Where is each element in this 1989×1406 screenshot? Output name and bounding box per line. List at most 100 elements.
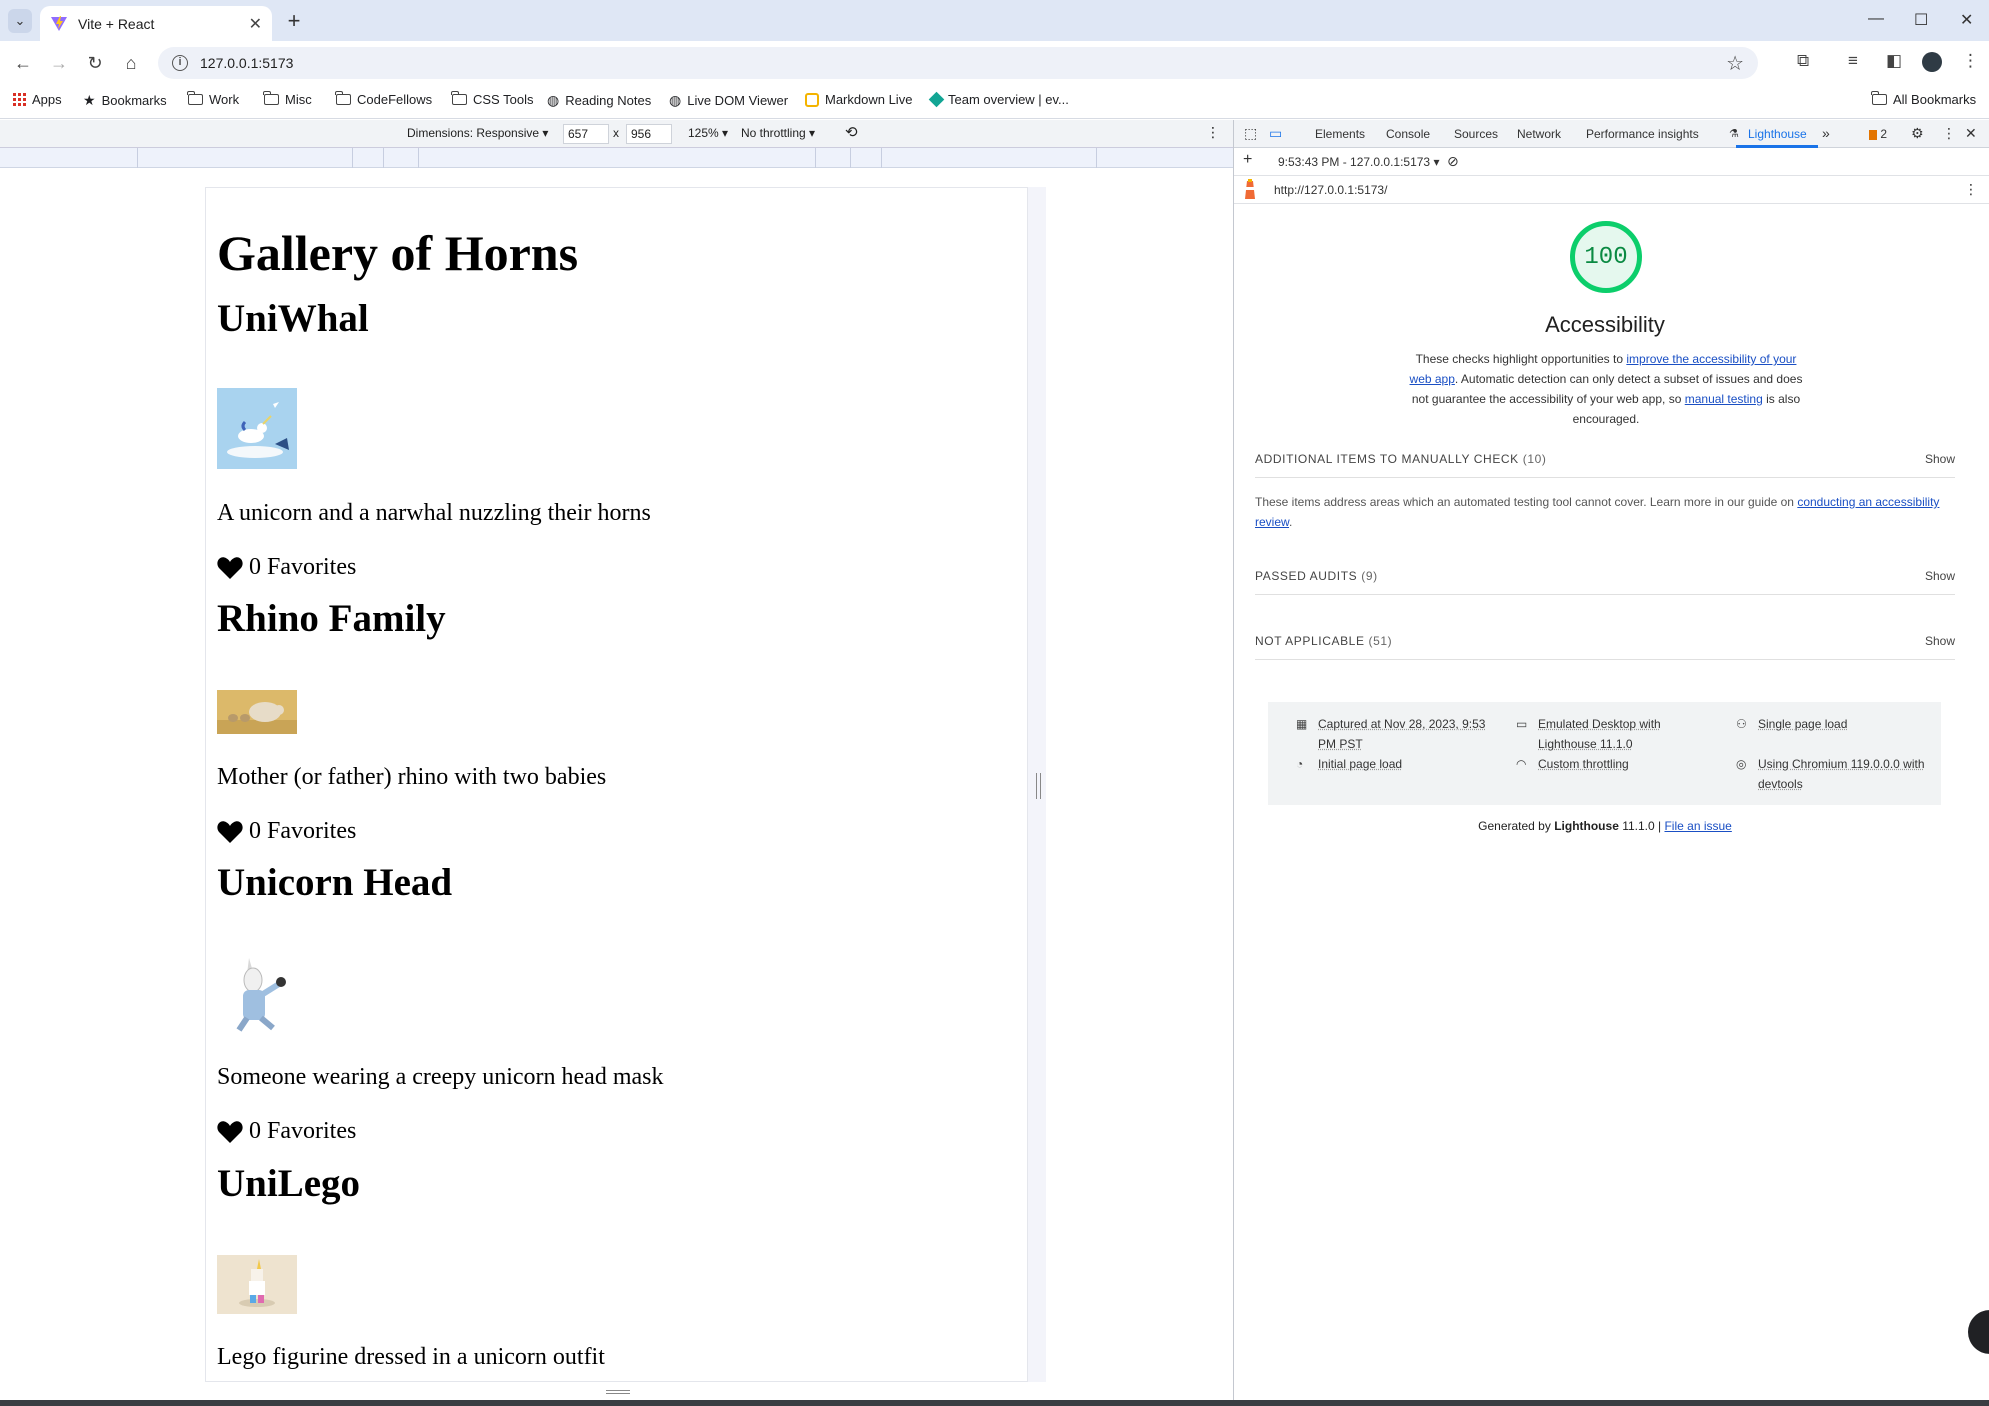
bookmark-label: Misc bbox=[285, 92, 312, 107]
devices-icon: ▭ bbox=[1516, 717, 1528, 731]
more-tabs-icon[interactable]: » bbox=[1822, 125, 1830, 141]
horn-image-uniwhal[interactable] bbox=[217, 388, 297, 469]
resize-handle-bottom[interactable] bbox=[606, 1390, 630, 1394]
issues-badge[interactable]: 2 bbox=[1869, 127, 1887, 141]
media-controls-icon[interactable]: ≡ bbox=[1848, 51, 1858, 71]
home-icon[interactable]: ⌂ bbox=[120, 52, 142, 74]
vite-logo-icon bbox=[51, 15, 67, 31]
throttling-dropdown[interactable]: No throttling ▾ bbox=[741, 126, 815, 140]
tab-network[interactable]: Network bbox=[1517, 127, 1561, 141]
horn-description: Mother (or father) rhino with two babies bbox=[217, 764, 607, 790]
group-title: NOT APPLICABLE (51) bbox=[1255, 634, 1393, 648]
show-toggle[interactable]: Show bbox=[1925, 634, 1955, 648]
emulated-text: Emulated Desktop with Lighthouse 11.1.0 bbox=[1538, 717, 1661, 751]
bookmark-live-dom-viewer[interactable]: ◍ Live DOM Viewer bbox=[669, 92, 788, 109]
lighthouse-toolbar: + 9:53:43 PM - 127.0.0.1:5173 ▾ ⊘ bbox=[1234, 148, 1989, 176]
favorites-counter[interactable]: 0 Favorites bbox=[217, 1118, 356, 1145]
bookmark-bookmarks[interactable]: ★ Bookmarks bbox=[83, 92, 167, 109]
chromium-text: Using Chromium 119.0.0.0 with devtools bbox=[1758, 757, 1925, 791]
tab-lighthouse[interactable]: Lighthouse bbox=[1748, 127, 1807, 141]
bookmark-team-overview[interactable]: Team overview | ev... bbox=[928, 91, 1069, 108]
minimize-icon[interactable]: — bbox=[1868, 10, 1884, 28]
all-bookmarks[interactable]: All Bookmarks bbox=[1871, 91, 1976, 107]
inspect-element-icon[interactable]: ⬚ bbox=[1244, 125, 1257, 142]
width-input[interactable] bbox=[563, 124, 609, 144]
manual-check-description: These items address areas which an autom… bbox=[1255, 492, 1955, 532]
tab-elements[interactable]: Elements bbox=[1315, 127, 1365, 141]
devtools-tabbar: ⬚ ▭ Elements Console Sources Network Per… bbox=[1234, 120, 1989, 148]
close-devtools-icon[interactable]: ✕ bbox=[1965, 125, 1977, 142]
folder-icon bbox=[263, 91, 279, 105]
file-issue-link[interactable]: File an issue bbox=[1664, 819, 1731, 833]
rotate-icon[interactable]: ⟲ bbox=[845, 123, 858, 141]
single-text: Single page load bbox=[1758, 717, 1848, 731]
avatar[interactable] bbox=[1922, 52, 1942, 72]
group-title: ADDITIONAL ITEMS TO MANUALLY CHECK (10) bbox=[1255, 452, 1547, 466]
new-tab-button[interactable]: + bbox=[282, 8, 306, 33]
captured-info: ▦ Captured at Nov 28, 2023, 9:53 PM PST bbox=[1296, 714, 1496, 754]
wifi-icon: ◠ bbox=[1516, 757, 1527, 771]
bookmark-markdown-live[interactable]: Markdown Live bbox=[805, 92, 912, 107]
report-scrollbar[interactable] bbox=[1976, 204, 1989, 834]
close-tab-icon[interactable]: ✕ bbox=[249, 14, 262, 34]
tab-sources[interactable]: Sources bbox=[1454, 127, 1498, 141]
generated-text: Generated by bbox=[1478, 819, 1555, 833]
favorites-counter[interactable]: 0 Favorites bbox=[217, 554, 356, 581]
bookmark-label: Team overview | ev... bbox=[948, 92, 1069, 107]
bookmark-reading-notes[interactable]: ◍ Reading Notes bbox=[547, 92, 651, 109]
more-options-icon[interactable]: ⋮ bbox=[1206, 124, 1220, 141]
close-window-icon[interactable]: ✕ bbox=[1960, 10, 1973, 30]
favorites-counter[interactable]: 0 Favorites bbox=[217, 818, 356, 845]
new-report-icon[interactable]: + bbox=[1243, 151, 1252, 169]
zoom-label: 125% bbox=[688, 126, 719, 140]
horn-image-unilego[interactable] bbox=[217, 1255, 297, 1314]
extensions-icon[interactable]: ⧉ bbox=[1797, 51, 1809, 71]
report-url-bar: http://127.0.0.1:5173/ ⋮ bbox=[1234, 176, 1989, 204]
horn-image-rhino-family[interactable] bbox=[217, 690, 297, 734]
report-menu-icon[interactable]: ⋮ bbox=[1964, 181, 1978, 198]
bookmark-codefellows[interactable]: CodeFellows bbox=[335, 91, 432, 107]
report-selector[interactable]: 9:53:43 PM - 127.0.0.1:5173 ▾ bbox=[1278, 155, 1439, 169]
score-value: 100 bbox=[1584, 243, 1628, 271]
tab-performance-insights[interactable]: Performance insights bbox=[1586, 127, 1699, 141]
horn-image-unicorn-head[interactable] bbox=[217, 954, 297, 1034]
forward-icon[interactable]: → bbox=[48, 52, 70, 74]
device-toggle-icon[interactable]: ▭ bbox=[1269, 125, 1282, 142]
show-toggle[interactable]: Show bbox=[1925, 452, 1955, 466]
group-not-applicable[interactable]: NOT APPLICABLE (51) Show bbox=[1255, 634, 1955, 648]
issues-count: 2 bbox=[1880, 127, 1888, 141]
bookmark-work[interactable]: Work bbox=[187, 91, 239, 107]
horn-title: Rhino Family bbox=[217, 597, 446, 640]
clear-reports-icon[interactable]: ⊘ bbox=[1447, 153, 1459, 170]
address-bar[interactable]: i 127.0.0.1:5173 ☆ bbox=[158, 47, 1758, 79]
bookmark-misc[interactable]: Misc bbox=[263, 91, 312, 107]
heart-icon[interactable] bbox=[217, 1120, 243, 1144]
settings-gear-icon[interactable]: ⚙ bbox=[1911, 125, 1924, 142]
reload-icon[interactable]: ↻ bbox=[84, 52, 106, 74]
menu-icon[interactable]: ⋮ bbox=[1962, 51, 1979, 71]
height-input[interactable] bbox=[626, 124, 672, 144]
manual-testing-link[interactable]: manual testing bbox=[1685, 392, 1763, 406]
bookmark-css-tools[interactable]: CSS Tools bbox=[451, 91, 533, 107]
diamond-icon bbox=[928, 91, 945, 108]
devtools-menu-icon[interactable]: ⋮ bbox=[1942, 125, 1956, 142]
heart-icon[interactable] bbox=[217, 820, 243, 844]
report-footer-box: ▦ Captured at Nov 28, 2023, 9:53 PM PST ◔… bbox=[1268, 702, 1941, 805]
captured-text: Captured at Nov 28, 2023, 9:53 PM PST bbox=[1318, 717, 1486, 751]
group-manual-check[interactable]: ADDITIONAL ITEMS TO MANUALLY CHECK (10) … bbox=[1255, 452, 1955, 466]
zoom-dropdown[interactable]: 125% ▾ bbox=[688, 126, 728, 140]
dimensions-dropdown[interactable]: Dimensions: Responsive ▾ bbox=[407, 126, 548, 140]
tab-console[interactable]: Console bbox=[1386, 127, 1430, 141]
bookmark-apps[interactable]: Apps bbox=[13, 92, 62, 107]
browser-tab[interactable]: Vite + React ✕ bbox=[40, 6, 272, 41]
resize-handle-right[interactable] bbox=[1036, 773, 1041, 799]
tab-search-button[interactable]: ⌄ bbox=[8, 9, 32, 33]
back-icon[interactable]: ← bbox=[12, 52, 34, 74]
heart-icon[interactable] bbox=[217, 556, 243, 580]
side-panel-icon[interactable]: ◧ bbox=[1886, 51, 1902, 71]
group-passed-audits[interactable]: PASSED AUDITS (9) Show bbox=[1255, 569, 1955, 583]
maximize-icon[interactable]: ☐ bbox=[1914, 10, 1928, 30]
site-info-icon[interactable]: i bbox=[172, 55, 188, 71]
bookmark-star-icon[interactable]: ☆ bbox=[1726, 51, 1744, 76]
show-toggle[interactable]: Show bbox=[1925, 569, 1955, 583]
